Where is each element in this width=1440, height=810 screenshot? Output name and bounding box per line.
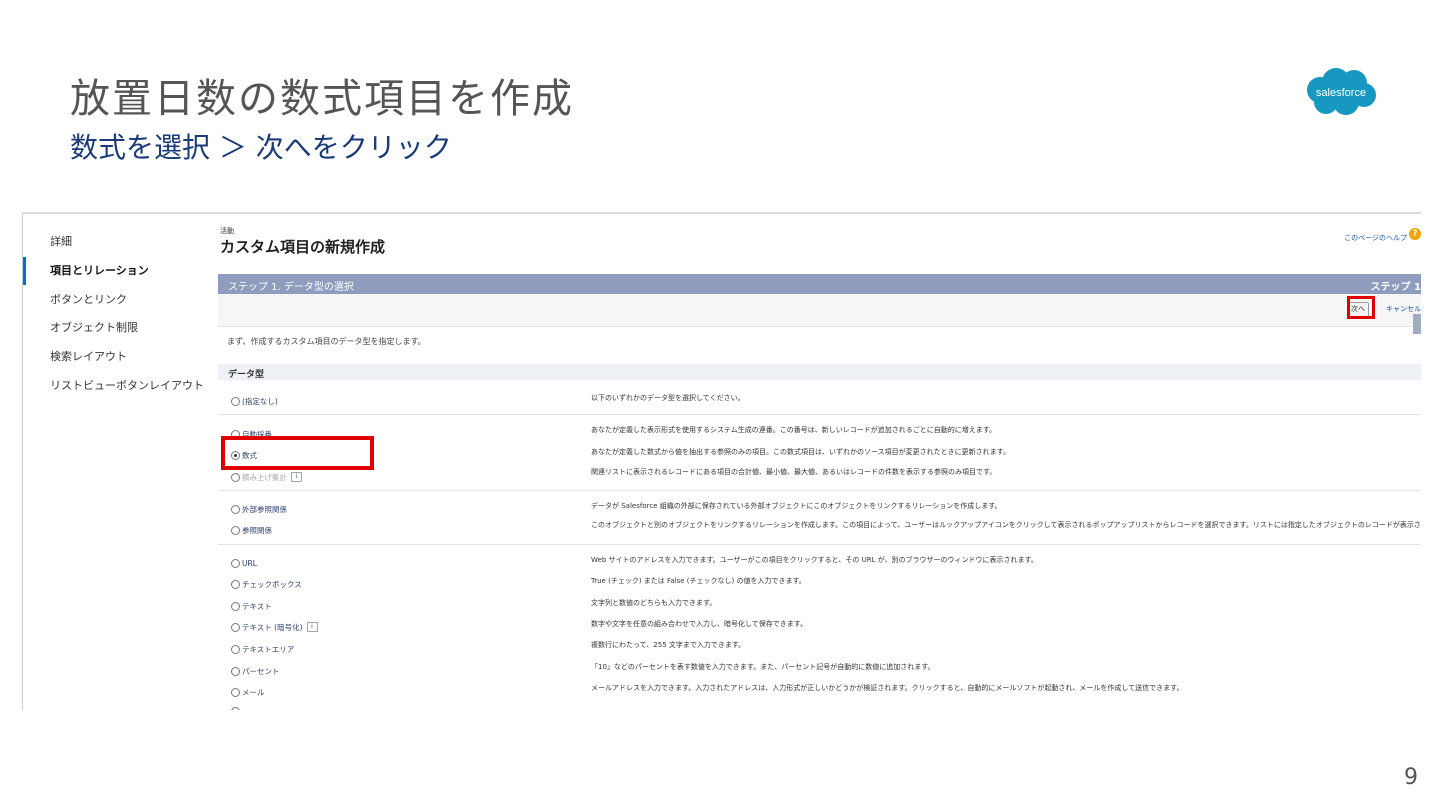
divider: [218, 414, 1421, 415]
option-label: テキスト (暗号化): [242, 622, 303, 632]
sidebar-item-list-view-button-layout[interactable]: リストビューボタンレイアウト: [23, 372, 209, 400]
option-checkbox[interactable]: チェックボックス: [231, 577, 302, 591]
radio-icon[interactable]: [231, 525, 240, 535]
help-link[interactable]: このページのヘルプ: [1344, 233, 1407, 243]
side-tab-handle[interactable]: [1413, 314, 1421, 334]
step-indicator: ステップ 1: [1370, 282, 1421, 293]
sidebar-item-search-layouts[interactable]: 検索レイアウト: [23, 343, 209, 371]
sidebar-item-buttons-links[interactable]: ボタンとリンク: [23, 286, 209, 314]
option-description: あなたが定義した表示形式を使用するシステム生成の連番。この番号は、新しいレコード…: [591, 426, 997, 434]
setup-sidebar: 詳細 項目とリレーション ボタンとリンク オブジェクト制限 検索レイアウト リス…: [23, 214, 209, 710]
option-description: あなたが定義した数式から値を抽出する参照のみの項目。この数式項目は、いずれかのソ…: [591, 448, 1010, 456]
page-number: 9: [1404, 765, 1418, 790]
salesforce-logo: salesforce: [1307, 68, 1376, 115]
radio-icon[interactable]: [231, 644, 240, 654]
page-title: カスタム項目の新規作成: [220, 238, 386, 256]
step-title: ステップ 1. データ型の選択: [228, 282, 354, 293]
salesforce-screenshot: 詳細 項目とリレーション ボタンとリンク オブジェクト制限 検索レイアウト リス…: [22, 212, 1421, 710]
option-url[interactable]: URL: [231, 556, 257, 570]
option-description: 複数行にわたって、255 文字まで入力できます。: [591, 641, 746, 649]
radio-icon[interactable]: [231, 396, 240, 406]
cancel-button[interactable]: キャンセル: [1386, 304, 1421, 314]
next-button-highlight: [1347, 296, 1375, 319]
option-text[interactable]: テキスト: [231, 599, 272, 613]
option-roll-up-summary: 積み上げ集計 i: [231, 470, 302, 484]
option-label: テキストエリア: [242, 644, 295, 654]
divider: [218, 544, 1421, 545]
sidebar-item-details[interactable]: 詳細: [23, 228, 209, 256]
slide-subtitle: 数式を選択 ＞ 次へをクリック: [70, 131, 452, 164]
option-label: パーセント: [242, 666, 280, 676]
option-description: 関連リストに表示されるレコードにある項目の合計値、最小値、最大値、あるいはレコー…: [591, 468, 997, 476]
option-label: チェックボックス: [242, 579, 302, 589]
option-label: メール: [242, 687, 265, 697]
radio-icon[interactable]: [231, 504, 240, 514]
slide-title: 放置日数の数式項目を作成: [70, 76, 574, 122]
breadcrumb[interactable]: 活動: [220, 226, 234, 236]
radio-icon[interactable]: [231, 706, 240, 710]
divider: [218, 490, 1421, 491]
radio-icon[interactable]: [231, 687, 240, 697]
step-header: ステップ 1. データ型の選択 ステップ 1: [218, 274, 1421, 294]
option-description: 文字列と数値のどちらも入力できます。: [591, 599, 717, 607]
intro-text: まず、作成するカスタム項目のデータ型を指定します。: [227, 337, 426, 346]
option-description: True (チェック) または False (チェックなし) の値を入力できます…: [591, 577, 806, 585]
section-header: データ型: [218, 364, 1421, 380]
option-text-area[interactable]: テキストエリア: [231, 642, 294, 656]
radio-icon[interactable]: [231, 622, 240, 632]
option-lookup[interactable]: 参照関係: [231, 523, 272, 537]
option-description: このオブジェクトと別のオブジェクトをリンクするリレーションを作成します。この項目…: [591, 521, 1421, 529]
option-description: Web サイトのアドレスを入力できます。ユーザーがこの項目をクリックすると、その…: [591, 556, 1038, 564]
radio-icon[interactable]: [231, 601, 240, 611]
radio-icon[interactable]: [231, 558, 240, 568]
option-description: 以下のいずれかのデータ型を選択してください。: [591, 394, 745, 402]
option-label: URL: [242, 558, 257, 568]
option-description: メールアドレスを入力できます。入力されたアドレスは、入力形式が正しいかどうかが検…: [591, 684, 1184, 692]
radio-icon[interactable]: [231, 579, 240, 589]
logo-text: salesforce: [1316, 87, 1366, 99]
radio-icon: [231, 472, 240, 482]
section-label: データ型: [228, 370, 265, 380]
radio-icon[interactable]: [231, 666, 240, 676]
info-icon[interactable]: i: [306, 622, 318, 632]
main-content: 活動 カスタム項目の新規作成 このページのヘルプ ? ステップ 1. データ型の…: [215, 214, 1421, 710]
option-text-encrypted[interactable]: テキスト (暗号化) i: [231, 620, 318, 634]
option-label: 参照関係: [242, 525, 272, 535]
option-label: 外部参照関係: [242, 504, 287, 514]
option-description: データが Salesforce 組織の外部に保存されている外部オブジェクトにこの…: [591, 502, 1002, 510]
option-description: 数字や文字を任意の組み合わせで入力し、暗号化して保存できます。: [591, 620, 808, 628]
option-next-partial[interactable]: [231, 704, 242, 710]
help-icon[interactable]: ?: [1409, 228, 1421, 240]
option-none[interactable]: (指定なし): [231, 394, 278, 408]
sidebar-item-fields-relationships[interactable]: 項目とリレーション: [23, 257, 209, 285]
info-icon[interactable]: i: [291, 472, 302, 482]
option-external-lookup[interactable]: 外部参照関係: [231, 502, 287, 516]
formula-highlight: [221, 436, 374, 470]
option-label: 積み上げ集計: [242, 472, 287, 482]
option-percent[interactable]: パーセント: [231, 664, 280, 678]
option-label: (指定なし): [242, 396, 278, 406]
button-row: 次へ キャンセル: [218, 294, 1421, 327]
option-label: テキスト: [242, 601, 272, 611]
option-email[interactable]: メール: [231, 685, 265, 699]
sidebar-item-object-limits[interactable]: オブジェクト制限: [23, 314, 209, 342]
option-description: 「10」などのパーセントを表す数値を入力できます。また、パーセント記号が自動的に…: [591, 663, 935, 671]
